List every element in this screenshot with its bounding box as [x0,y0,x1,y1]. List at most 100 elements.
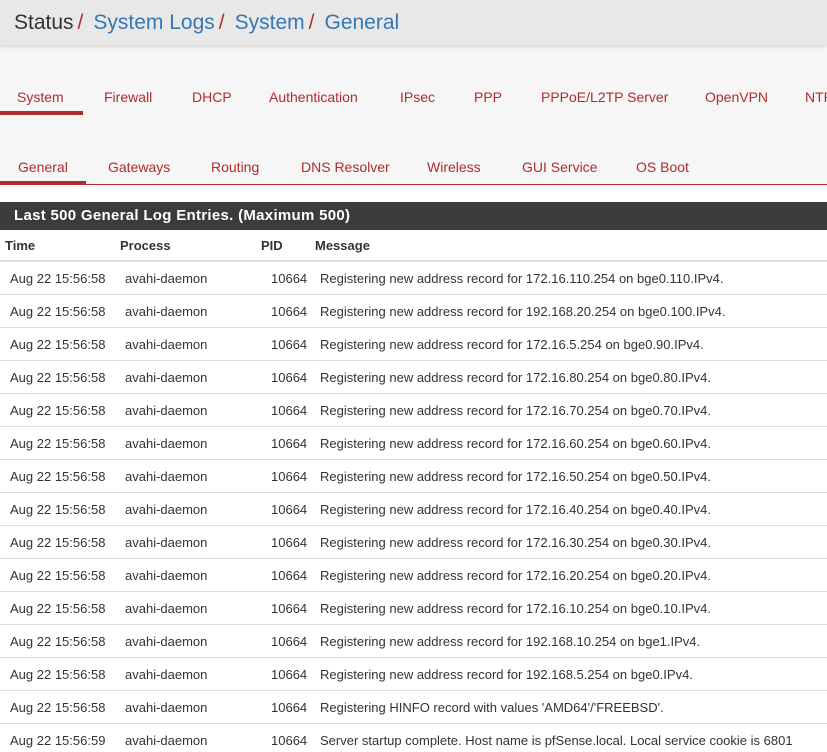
cell-time: Aug 22 15:56:58 [0,558,115,592]
cell-pid: 10664 [256,360,310,394]
cell-process: avahi-daemon [115,591,256,625]
tab-authentication[interactable]: Authentication [269,89,358,105]
breadcrumb-separator: / [218,11,225,34]
table-row: Aug 22 15:56:58 avahi-daemon 10664 Register… [0,327,827,361]
cell-message: Registering new address record for 192.1… [310,294,827,328]
cell-message: Registering new address record for 172.1… [310,327,827,361]
tab-dhcp[interactable]: DHCP [192,89,232,105]
cell-process: avahi-daemon [115,624,256,658]
column-header-pid: PID [256,230,310,262]
cell-time: Aug 22 15:56:58 [0,459,115,493]
active-tab-indicator [0,111,83,115]
cell-pid: 10664 [256,624,310,658]
page-header: Status / System Logs / System / General [0,0,827,45]
table-row: Aug 22 15:56:58 avahi-daemon 10664 Register… [0,558,827,592]
cell-pid: 10664 [256,558,310,592]
cell-pid: 10664 [256,393,310,427]
log-table: Time Process PID Message Aug 22 15:56:58… [0,230,827,752]
cell-message: Registering new address record for 192.1… [310,657,827,691]
tab-firewall[interactable]: Firewall [104,89,152,105]
cell-message: Registering new address record for 172.1… [310,261,827,295]
cell-pid: 10664 [256,459,310,493]
table-row: Aug 22 15:56:58 avahi-daemon 10664 Register… [0,690,827,724]
cell-time: Aug 22 15:56:58 [0,591,115,625]
tab-divider [0,184,827,185]
cell-process: avahi-daemon [115,426,256,460]
breadcrumb-link-general[interactable]: General [324,11,399,34]
tab-gateways[interactable]: Gateways [108,159,170,175]
cell-message: Registering new address record for 172.1… [310,492,827,526]
cell-process: avahi-daemon [115,360,256,394]
table-header-row: Time Process PID Message [0,230,827,262]
primary-tabs: System Firewall DHCP Authentication IPse… [0,89,827,141]
cell-process: avahi-daemon [115,459,256,493]
cell-message: Registering new address record for 172.1… [310,525,827,559]
tab-pppoe-l2tp-server[interactable]: PPPoE/L2TP Server [541,89,668,105]
table-row: Aug 22 15:56:58 avahi-daemon 10664 Register… [0,624,827,658]
cell-time: Aug 22 15:56:58 [0,690,115,724]
cell-process: avahi-daemon [115,327,256,361]
tab-ppp[interactable]: PPP [474,89,502,105]
tab-ntp[interactable]: NTP [805,89,827,105]
cell-time: Aug 22 15:56:58 [0,426,115,460]
panel-title-text: Last 500 General Log Entries. (Maximum 5… [14,207,351,224]
cell-message: Server startup complete. Host name is pf… [310,723,827,752]
cell-pid: 10664 [256,294,310,328]
cell-pid: 10664 [256,657,310,691]
cell-time: Aug 22 15:56:58 [0,360,115,394]
tab-openvpn[interactable]: OpenVPN [705,89,768,105]
table-row: Aug 22 15:56:58 avahi-daemon 10664 Register… [0,426,827,460]
panel-title: Last 500 General Log Entries. (Maximum 5… [0,202,827,230]
cell-time: Aug 22 15:56:58 [0,261,115,295]
cell-message: Registering new address record for 172.1… [310,393,827,427]
cell-time: Aug 22 15:56:58 [0,657,115,691]
cell-time: Aug 22 15:56:58 [0,327,115,361]
tab-os-boot[interactable]: OS Boot [636,159,689,175]
tab-system[interactable]: System [17,89,64,105]
table-row: Aug 22 15:56:58 avahi-daemon 10664 Register… [0,294,827,328]
tab-general[interactable]: General [18,159,68,175]
tab-dns-resolver[interactable]: DNS Resolver [301,159,390,175]
tab-wireless[interactable]: Wireless [427,159,481,175]
cell-process: avahi-daemon [115,525,256,559]
table-row: Aug 22 15:56:58 avahi-daemon 10664 Register… [0,525,827,559]
tab-gui-service[interactable]: GUI Service [522,159,597,175]
breadcrumb: Status / System Logs / System / General [14,10,399,36]
tab-routing[interactable]: Routing [211,159,259,175]
cell-process: avahi-daemon [115,261,256,295]
column-header-time: Time [0,230,115,262]
cell-pid: 10664 [256,591,310,625]
cell-pid: 10664 [256,525,310,559]
cell-message: Registering new address record for 172.1… [310,459,827,493]
cell-process: avahi-daemon [115,492,256,526]
cell-time: Aug 22 15:56:58 [0,525,115,559]
column-header-process: Process [115,230,256,262]
cell-time: Aug 22 15:56:58 [0,294,115,328]
cell-time: Aug 22 15:56:58 [0,393,115,427]
tab-ipsec[interactable]: IPsec [400,89,435,105]
cell-pid: 10664 [256,261,310,295]
active-tab-indicator [0,181,86,185]
cell-pid: 10664 [256,690,310,724]
cell-process: avahi-daemon [115,558,256,592]
cell-pid: 10664 [256,723,310,752]
table-row: Aug 22 15:56:58 avahi-daemon 10664 Register… [0,261,827,295]
table-row: Aug 22 15:56:58 avahi-daemon 10664 Register… [0,657,827,691]
cell-message: Registering new address record for 172.1… [310,426,827,460]
cell-process: avahi-daemon [115,393,256,427]
breadcrumb-link-system[interactable]: System [235,11,305,34]
cell-time: Aug 22 15:56:58 [0,624,115,658]
table-row: Aug 22 15:56:58 avahi-daemon 10664 Register… [0,360,827,394]
log-table-body: Aug 22 15:56:58 avahi-daemon 10664 Register… [0,261,827,752]
table-row: Aug 22 15:56:58 avahi-daemon 10664 Register… [0,492,827,526]
breadcrumb-link-system-logs[interactable]: System Logs [93,11,214,34]
table-row: Aug 22 15:56:58 avahi-daemon 10664 Register… [0,393,827,427]
cell-message: Registering new address record for 172.1… [310,591,827,625]
cell-message: Registering new address record for 192.1… [310,624,827,658]
cell-process: avahi-daemon [115,723,256,752]
breadcrumb-root: Status [14,11,74,34]
table-row: Aug 22 15:56:59 avahi-daemon 10664 Server s… [0,723,827,752]
system-logs-page: Status / System Logs / System / General System… [0,0,827,752]
cell-time: Aug 22 15:56:58 [0,492,115,526]
cell-pid: 10664 [256,426,310,460]
